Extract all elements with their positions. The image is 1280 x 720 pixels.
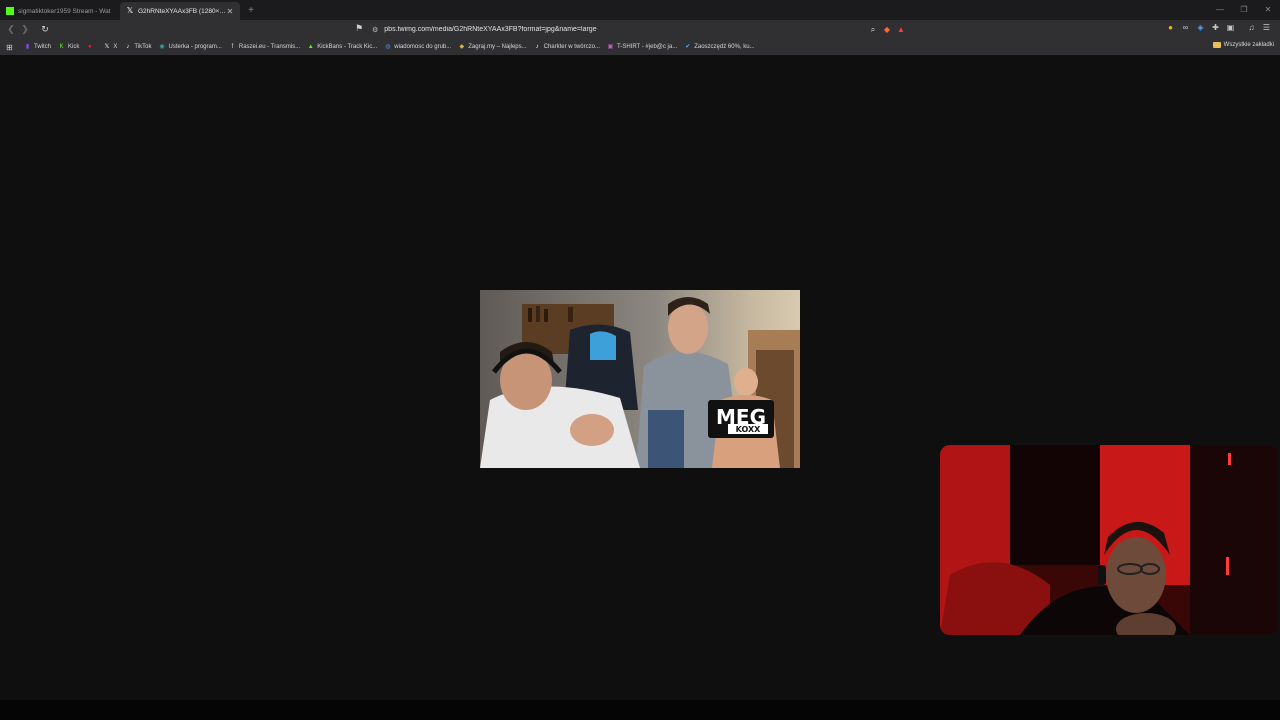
zoom-icon[interactable]: ⌕ [866,25,880,35]
apps-grid-icon[interactable]: ⊞ [6,43,16,52]
extension-coin-icon[interactable]: ● [1163,23,1178,32]
webcam-overlay [940,445,1278,635]
bookmark-page-icon[interactable]: ⚑ [354,23,364,34]
bottom-bar [0,700,1280,720]
bookmark-item[interactable]: ◍ wiadomosc do grub... [384,44,451,51]
tab-strip: sigmatiktoker1959 Stream - Wat 𝕏 G2hRNte… [0,0,1280,20]
bookmark-label: X [113,44,118,50]
kick-icon [6,7,14,15]
globe-icon: ◍ [385,43,391,50]
svg-text:KOXX: KOXX [736,425,762,434]
tab-title: G2hRNteXYAAx3FB (1280×720) [138,7,226,15]
bookmark-item[interactable]: 𝕏X [103,44,117,51]
bookmark-item[interactable]: ▲ KickBans - Track Kic... [307,43,378,51]
zagraj-icon: ◆ [459,43,465,50]
bookmark-label: Zaoszczędź 60%, ku... [694,44,755,50]
bookmark-item[interactable]: ▣ T-SHIRT - #jeb@c ja... [607,43,678,51]
folder-icon [1212,42,1221,48]
bookmark-item[interactable]: ♪ TikTok [124,44,151,51]
bookmark-item[interactable]: f Raszei.eu - Transmis... [229,43,301,51]
tab-title: sigmatiktoker1959 Stream - Wat [18,7,111,15]
url-text[interactable]: pbs.twimg.com/media/G2hRNteXYAAx3FB?form… [384,26,866,33]
kick-icon: K [59,43,64,50]
extensions-area: ● ∞ ◈ ✚ ▣ ♫ ☰ [1163,23,1274,32]
menu-icon[interactable]: ☰ [1259,23,1274,32]
extensions-puzzle-icon[interactable]: ✚ [1208,23,1223,32]
bookmark-item[interactable]: ● [86,44,96,51]
minimize-icon[interactable]: — [1208,0,1232,20]
window-controls: — ❐ ✕ [1208,0,1280,20]
tab-kick-stream[interactable]: sigmatiktoker1959 Stream - Wat [0,2,120,20]
bookmark-label: Kick [68,44,80,50]
tiktok-icon: ♪ [126,43,130,50]
bookmark-label: T-SHIRT - #jeb@c ja... [616,44,678,50]
bookmark-label: Usterka - program... [168,44,222,50]
bookmarks-bar: ⊞ ▮ Twitch K Kick ● 𝕏 X ♪ TikTok ◉ Usterka - progr… [0,39,1280,55]
forward-icon[interactable]: ❯ [18,24,32,35]
displayed-image[interactable]: MEG KOXX [480,290,800,468]
bookmark-label: Raszei.eu - Transmis... [238,44,301,50]
navigation-toolbar: ❮ ❯ ↻ ⚑ ⚙ pbs.twimg.com/media/G2hRNteXYA… [0,20,1280,39]
usterka-icon: ◉ [159,43,165,50]
sidebar-icon[interactable]: ▣ [1223,23,1238,32]
reload-icon[interactable]: ↻ [38,24,52,35]
extension-glasses-icon[interactable]: ∞ [1178,23,1193,32]
kickbans-icon: ▲ [307,43,314,50]
media-music-icon[interactable]: ♫ [1244,23,1259,32]
bookmark-item[interactable]: ◆ Zagraj.my – Najleps... [458,44,526,51]
x-icon: 𝕏 [126,6,134,15]
bookmark-label: Twitch [34,44,52,50]
raszei-icon: f [231,43,234,50]
bookmark-item[interactable]: ✔ Zaoszczędź 60%, ku... [684,44,754,51]
extension-speaker-icon[interactable]: ◈ [1193,23,1208,32]
close-tab-icon[interactable]: ✕ [226,7,234,16]
bookmark-list: ▮ Twitch K Kick ● 𝕏 X ♪ TikTok ◉ Usterka - program… [24,44,762,51]
bookmark-label: wiadomosc do grub... [394,44,452,50]
shirt-icon: ▣ [607,43,614,50]
bookmark-label: Zagraj.my – Najleps... [468,44,527,50]
all-bookmarks-label: Wszystkie zakładki [1223,42,1274,48]
tab-image-active[interactable]: 𝕏 G2hRNteXYAAx3FB (1280×720) ✕ [120,2,240,20]
record-icon: ● [88,43,92,50]
site-info-icon[interactable]: ⚙ [372,26,378,34]
bookmark-item[interactable]: ◉ Usterka - program... [159,43,222,51]
new-tab-button[interactable]: + [244,5,258,16]
image-content-illustration: MEG KOXX [480,290,800,468]
bookmark-item[interactable]: ▮ Twitch [24,44,51,51]
bookmark-item[interactable]: ♪ Charkter w twórczo... [534,44,600,51]
back-icon[interactable]: ❮ [4,24,18,35]
bookmark-label: KickBans - Track Kic... [317,44,378,50]
restore-icon[interactable]: ❐ [1232,0,1256,20]
tiktok-icon: ♪ [535,43,539,50]
bookmark-label: Charkter w twórczo... [543,44,600,50]
x-icon: 𝕏 [104,43,110,50]
twitch-icon: ▮ [25,43,30,50]
close-window-icon[interactable]: ✕ [1256,0,1280,20]
bookmark-label: TikTok [134,44,152,50]
all-bookmarks-button[interactable]: Wszystkie zakładki [1212,42,1274,48]
address-bar[interactable]: ⚙ pbs.twimg.com/media/G2hRNteXYAAx3FB?fo… [372,22,908,37]
brave-rewards-icon[interactable]: ▲ [894,25,908,34]
bookmark-item[interactable]: K Kick [58,43,80,51]
check-icon: ✔ [685,43,691,50]
brave-shields-icon[interactable]: ◆ [880,25,894,34]
webcam-feed-illustration [940,445,1278,635]
